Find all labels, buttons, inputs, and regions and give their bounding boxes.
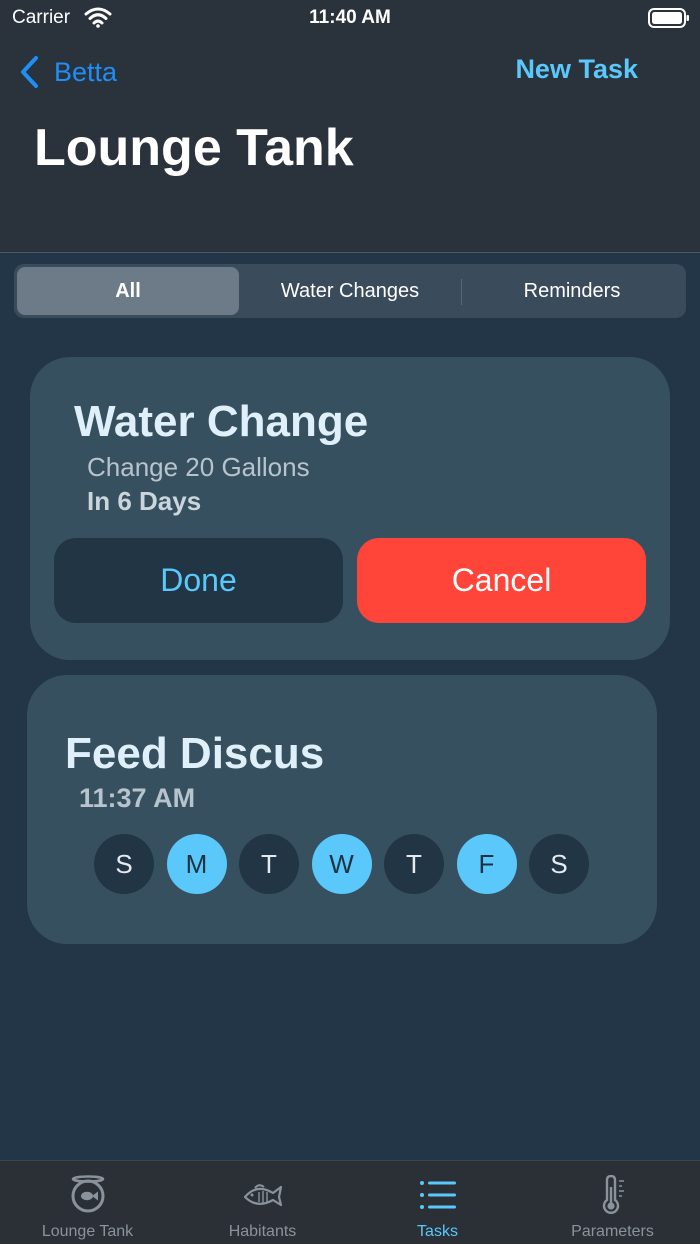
day-friday[interactable]: F <box>456 834 517 894</box>
weekday-selector: S M T W T F S <box>94 834 602 894</box>
tab-parameters[interactable]: Parameters <box>525 1161 700 1244</box>
done-button[interactable]: Done <box>54 538 343 623</box>
status-bar: Carrier 11:40 AM <box>0 0 700 36</box>
segment-all[interactable]: All <box>17 267 239 315</box>
tab-tasks[interactable]: Tasks <box>350 1161 525 1244</box>
tank-icon <box>71 1175 104 1213</box>
thermometer-icon <box>602 1175 624 1214</box>
feed-reminder-title: Feed Discus <box>65 729 325 778</box>
day-sunday[interactable]: S <box>94 834 154 894</box>
tab-lounge-tank-label: Lounge Tank <box>41 1223 134 1240</box>
water-change-card: Water Change Change 20 Gallons In 6 Days… <box>30 357 670 660</box>
tab-lounge-tank[interactable]: Lounge Tank <box>0 1161 175 1244</box>
day-wednesday[interactable]: W <box>311 834 372 894</box>
fish-icon <box>243 1184 282 1207</box>
day-tuesday[interactable]: T <box>239 834 299 894</box>
day-saturday[interactable]: S <box>529 834 589 894</box>
water-change-due: In 6 Days <box>87 486 202 516</box>
water-change-title: Water Change <box>74 397 369 446</box>
water-change-amount: Change 20 Gallons <box>87 452 310 482</box>
tab-parameters-label: Parameters <box>571 1223 654 1240</box>
segment-water-changes[interactable]: Water Changes <box>239 267 461 315</box>
navigation-header: Carrier 11:40 AM Betta New Task Lounge T… <box>0 0 700 253</box>
back-button-label: Betta <box>54 56 118 87</box>
new-task-button[interactable]: New Task <box>515 54 638 85</box>
list-icon <box>419 1181 456 1209</box>
segment-reminders[interactable]: Reminders <box>461 267 683 315</box>
page-title: Lounge Tank <box>34 119 354 177</box>
tab-habitants[interactable]: Habitants <box>175 1161 350 1244</box>
tab-habitants-label: Habitants <box>228 1223 297 1240</box>
tab-tasks-label: Tasks <box>417 1223 458 1240</box>
chevron-left-icon <box>21 56 38 88</box>
status-time: 11:40 AM <box>309 7 391 28</box>
back-button[interactable]: Betta <box>18 52 117 92</box>
tab-bar: Lounge Tank Habitants Tasks Parameters <box>0 1160 700 1244</box>
feed-reminder-card: Feed Discus 11:37 AM S M T W T F S <box>27 675 657 944</box>
day-thursday[interactable]: T <box>384 834 444 894</box>
task-filter-segmented-control: All Water Changes Reminders <box>14 264 686 318</box>
battery-icon <box>648 8 689 28</box>
day-monday[interactable]: M <box>166 834 227 894</box>
cancel-button[interactable]: Cancel <box>357 538 646 623</box>
feed-reminder-time: 11:37 AM <box>79 783 196 813</box>
